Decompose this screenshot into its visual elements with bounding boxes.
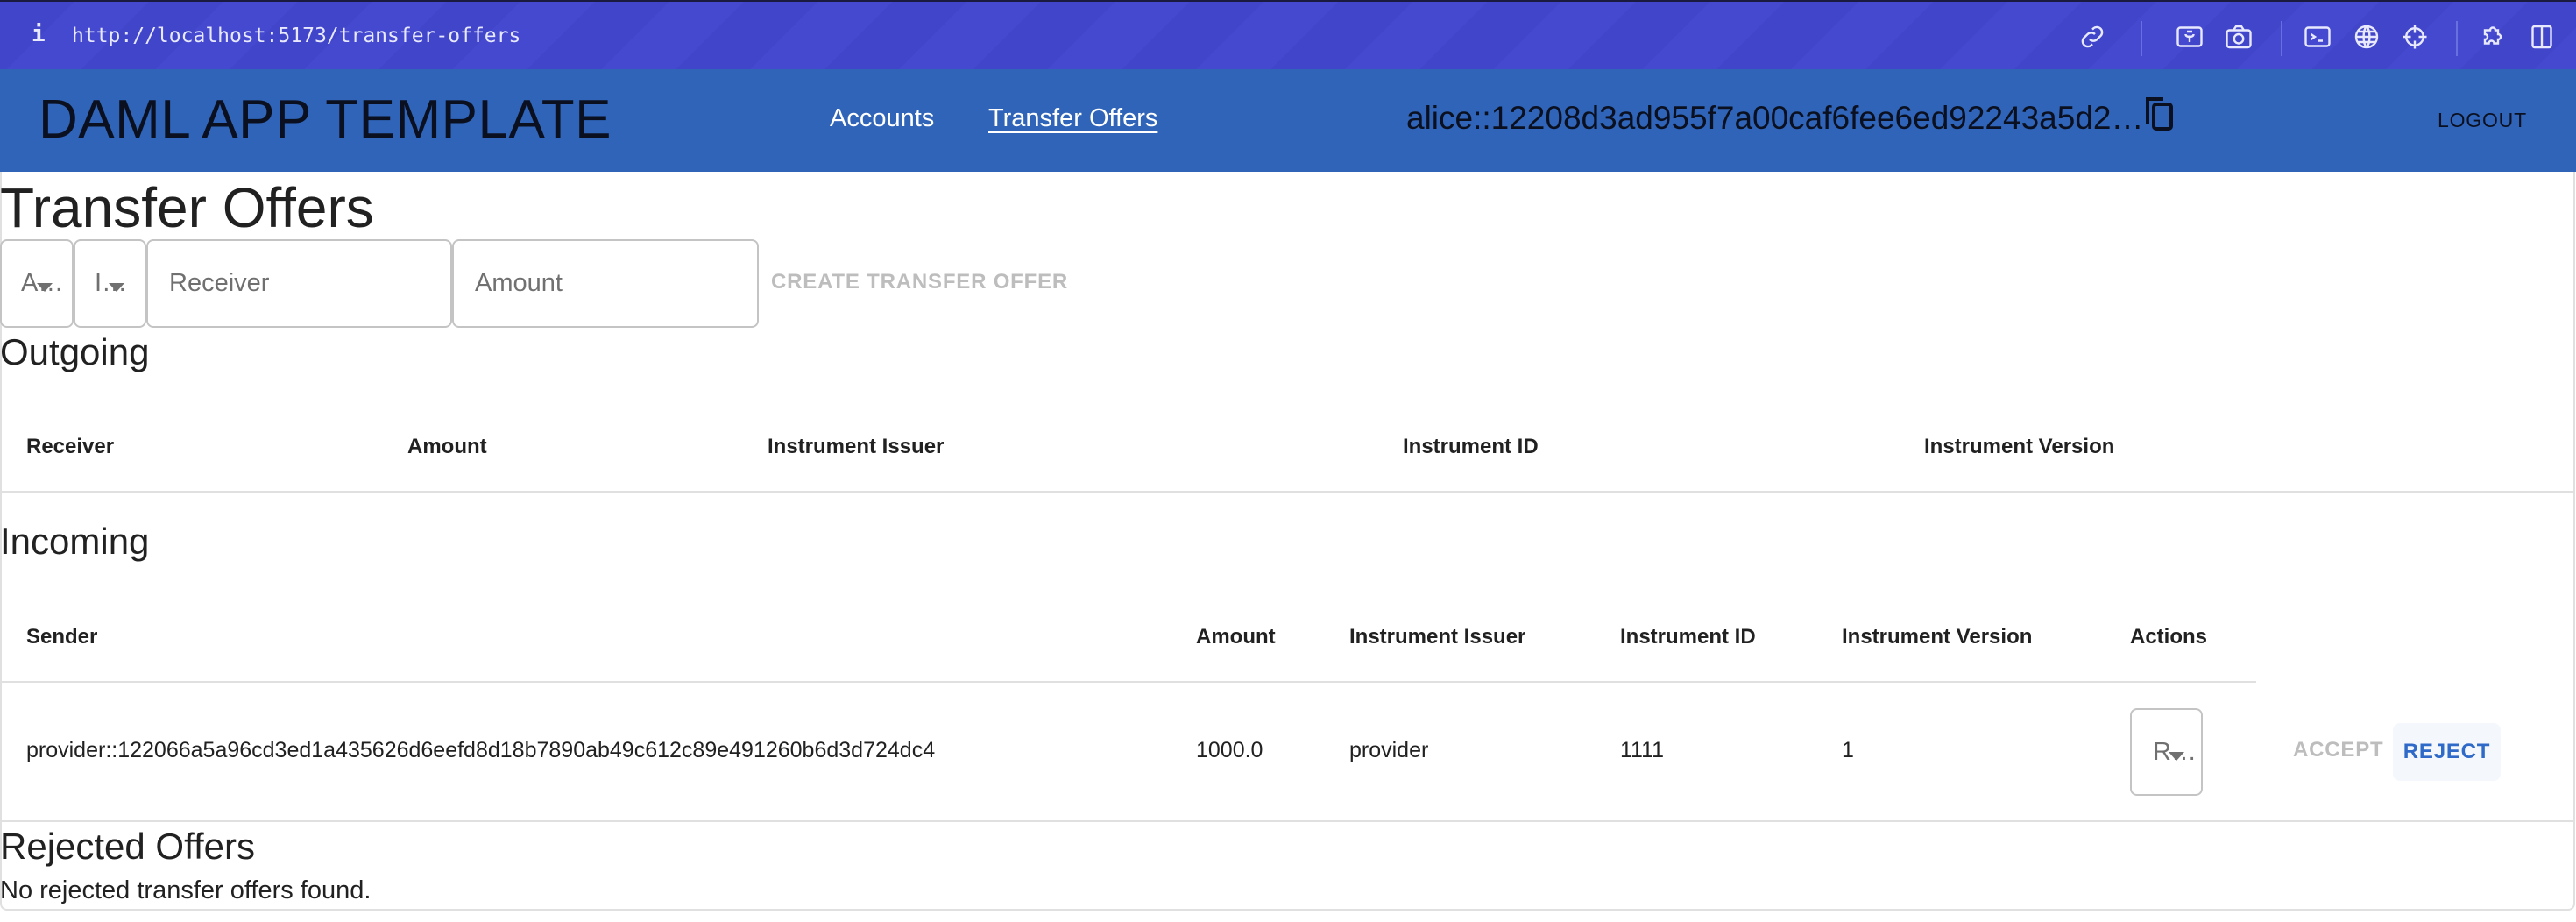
page-title: Transfer Offers: [0, 176, 374, 239]
incoming-title: Incoming: [0, 521, 150, 562]
amount-input[interactable]: Amount: [452, 239, 759, 328]
cell-instrument-issuer: provider: [1349, 738, 1429, 762]
copy-icon[interactable]: [2142, 94, 2177, 132]
amount-placeholder: Amount: [475, 269, 563, 297]
extensions-icon[interactable]: [2477, 21, 2509, 53]
nav-accounts[interactable]: Accounts: [830, 104, 934, 133]
app-title: DAML APP TEMPLATE: [39, 89, 612, 150]
receiver-placeholder: Receiver: [169, 269, 270, 297]
chevron-down-icon: [2169, 752, 2184, 761]
crosshair-icon[interactable]: [2399, 21, 2431, 53]
globe-icon[interactable]: [2351, 21, 2382, 53]
create-transfer-offer-button[interactable]: CREATE TRANSFER OFFER: [771, 270, 1068, 294]
rejected-empty-message: No rejected transfer offers found.: [0, 876, 372, 904]
outgoing-col-receiver: Receiver: [26, 435, 115, 458]
cell-instrument-version: 1: [1842, 738, 1854, 762]
app-header: DAML APP TEMPLATE Accounts Transfer Offe…: [0, 69, 2576, 172]
logout-button[interactable]: LOGOUT: [2438, 109, 2527, 132]
chevron-down-icon: [109, 283, 124, 292]
incoming-col-instrument-id: Instrument ID: [1620, 625, 1756, 649]
receiving-account-select[interactable]: R…: [2130, 708, 2203, 796]
toolbar-divider: [2281, 21, 2282, 56]
outgoing-col-instrument-version: Instrument Version: [1924, 435, 2115, 458]
rejected-offers-title: Rejected Offers: [0, 826, 256, 867]
table-divider: [0, 820, 2574, 822]
outgoing-col-amount: Amount: [407, 435, 487, 458]
terminal-icon[interactable]: [2302, 21, 2333, 53]
receiver-input[interactable]: Receiver: [146, 239, 452, 328]
toolbar-divider: [2141, 21, 2142, 56]
cell-amount: 1000.0: [1196, 738, 1263, 762]
instrument-select[interactable]: I…: [74, 239, 146, 328]
incoming-col-instrument-issuer: Instrument Issuer: [1349, 625, 1526, 649]
party-id: alice::12208d3ad955f7a00caf6fee6ed92243a…: [1406, 100, 2144, 136]
cell-instrument-id: 1111: [1620, 738, 1665, 762]
browser-bar: i http://localhost:5173/transfer-offers: [0, 0, 2576, 69]
image-capture-icon[interactable]: [2174, 21, 2205, 53]
nav-transfer-offers[interactable]: Transfer Offers: [988, 104, 1157, 133]
incoming-col-sender: Sender: [26, 625, 98, 649]
outgoing-title: Outgoing: [0, 331, 150, 372]
address-bar[interactable]: http://localhost:5173/transfer-offers: [72, 25, 520, 47]
table-divider: [0, 491, 2574, 493]
incoming-col-instrument-version: Instrument Version: [1842, 625, 2033, 649]
cell-sender: provider::122066a5a96cd3ed1a435626d6eefd…: [26, 738, 936, 762]
link-icon[interactable]: [2077, 21, 2108, 53]
account-select[interactable]: A…: [0, 239, 74, 328]
outgoing-col-instrument-id: Instrument ID: [1403, 435, 1539, 458]
chevron-down-icon: [37, 283, 53, 292]
reject-button[interactable]: REJECT: [2393, 723, 2501, 781]
camera-icon[interactable]: [2223, 21, 2254, 53]
toolbar-divider: [2456, 21, 2458, 56]
incoming-col-amount: Amount: [1196, 625, 1276, 649]
outgoing-col-instrument-issuer: Instrument Issuer: [768, 435, 945, 458]
sidebar-icon[interactable]: [2526, 21, 2558, 53]
accept-button[interactable]: ACCEPT: [2293, 738, 2383, 762]
table-divider: [0, 681, 2256, 683]
incoming-col-actions: Actions: [2130, 625, 2208, 649]
site-info-icon[interactable]: i: [32, 21, 46, 47]
